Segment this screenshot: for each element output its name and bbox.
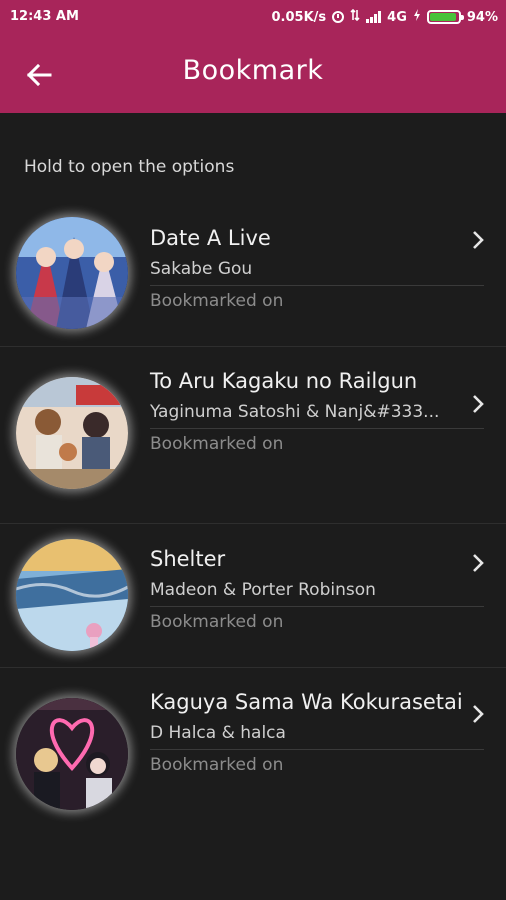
item-artist: D Halca & halca (150, 719, 484, 750)
signal-icon (366, 11, 382, 23)
item-title: Kaguya Sama Wa Kokurasetai (150, 690, 463, 714)
data-arrows-icon (350, 8, 360, 25)
network-type: 4G (387, 9, 407, 25)
item-artist: Sakabe Gou (150, 255, 484, 286)
status-icons: 0.05K/s 4G 94% (271, 8, 498, 25)
cover-image (16, 539, 128, 651)
item-bookmarked-date: Bookmarked on (150, 434, 284, 454)
item-info: Shelter Madeon & Porter Robinson Bookmar… (150, 543, 484, 636)
status-time: 12:43 AM (10, 9, 79, 24)
item-bookmarked-date: Bookmarked on (150, 612, 284, 632)
app-bar: 12:43 AM 0.05K/s 4G 94% Bookmark (0, 0, 506, 113)
item-info: To Aru Kagaku no Railgun Yaginuma Satosh… (150, 365, 484, 458)
item-title: To Aru Kagaku no Railgun (150, 369, 418, 393)
hint-text: Hold to open the options (24, 157, 235, 177)
cover-image (16, 698, 128, 810)
chevron-right-icon (473, 395, 484, 413)
cover-image (16, 217, 128, 329)
list-item[interactable]: Shelter Madeon & Porter Robinson Bookmar… (0, 524, 506, 668)
item-info: Date A Live Sakabe Gou Bookmarked on (150, 222, 484, 315)
chevron-right-icon (473, 705, 484, 723)
list-item[interactable]: Date A Live Sakabe Gou Bookmarked on (0, 203, 506, 347)
network-speed: 0.05K/s (271, 9, 327, 25)
cover-image (16, 377, 128, 489)
page-title: Bookmark (182, 55, 324, 86)
charging-icon (413, 9, 421, 25)
item-bookmarked-date: Bookmarked on (150, 291, 284, 311)
item-artist: Yaginuma Satoshi & Nanj&#333... (150, 398, 484, 429)
battery-icon (426, 10, 464, 24)
battery-percent: 94% (466, 9, 498, 25)
item-title: Date A Live (150, 226, 271, 250)
item-artist: Madeon & Porter Robinson (150, 576, 484, 607)
list-item[interactable]: To Aru Kagaku no Railgun Yaginuma Satosh… (0, 347, 506, 524)
chevron-right-icon (473, 554, 484, 572)
list-item[interactable]: Kaguya Sama Wa Kokurasetai D Halca & hal… (0, 668, 506, 844)
item-bookmarked-date: Bookmarked on (150, 755, 284, 775)
chevron-right-icon (473, 231, 484, 249)
item-title: Shelter (150, 547, 226, 571)
item-info: Kaguya Sama Wa Kokurasetai D Halca & hal… (150, 686, 484, 779)
alarm-icon (332, 11, 345, 23)
status-bar: 12:43 AM 0.05K/s 4G 94% (0, 0, 506, 36)
bookmark-list: Date A Live Sakabe Gou Bookmarked on To (0, 203, 506, 844)
